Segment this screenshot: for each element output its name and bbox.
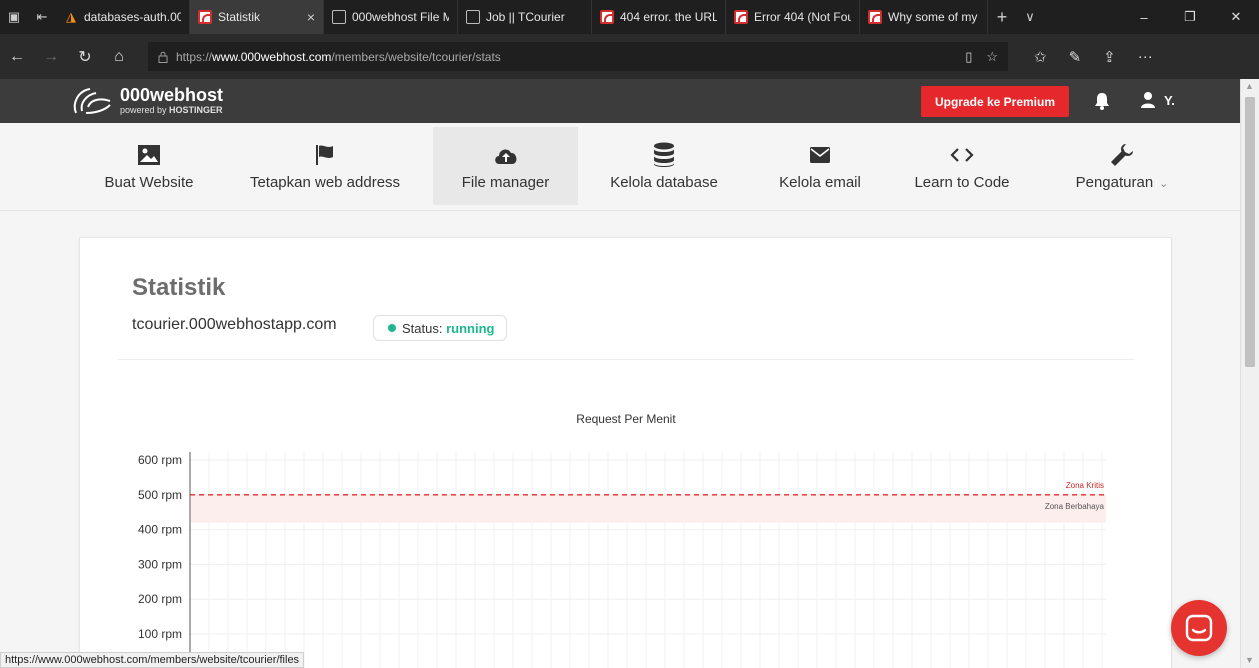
envelope-icon xyxy=(807,142,833,168)
site-header: 000webhost powered by HOSTINGER Upgrade … xyxy=(0,79,1240,123)
pen-icon[interactable]: ✎ xyxy=(1069,48,1082,66)
mysql-icon: ◮ xyxy=(66,9,76,24)
browser-tab-active[interactable]: Statistik × xyxy=(190,0,324,34)
danger-zone-label: Zona Berbahaya xyxy=(1045,502,1105,511)
000webhost-icon xyxy=(600,10,614,24)
wrench-icon xyxy=(1109,142,1135,168)
y-tick-label: 500 rpm xyxy=(138,488,182,502)
favorites-hub-icon[interactable]: ✩ xyxy=(1034,48,1047,66)
back-button[interactable]: ← xyxy=(0,34,34,79)
url-field[interactable]: https://www.000webhost.com/members/websi… xyxy=(148,42,1008,71)
minimize-button[interactable]: – xyxy=(1121,0,1167,34)
reading-view-icon[interactable]: ▯ xyxy=(965,49,972,65)
code-icon xyxy=(949,142,975,168)
link-hover-status: https://www.000webhost.com/members/websi… xyxy=(0,652,305,668)
more-icon[interactable]: ··· xyxy=(1138,48,1153,66)
y-tick-label: 600 rpm xyxy=(138,453,182,467)
chevron-down-icon: ⌄ xyxy=(1159,177,1169,190)
y-tick-label: 300 rpm xyxy=(138,557,182,571)
browser-tab-strip: ▣ ⇤ ◮ databases-auth.00( Statistik × 000… xyxy=(0,0,1259,34)
page-scrollbar[interactable]: ▲ ▼ xyxy=(1240,79,1259,668)
new-tab-button[interactable]: + xyxy=(988,0,1016,34)
chat-button[interactable] xyxy=(1171,600,1227,656)
flag-icon xyxy=(312,142,338,168)
page-icon xyxy=(332,10,346,24)
browser-tab[interactable]: 000webhost File M xyxy=(324,0,458,34)
browser-tab[interactable]: Why some of my w xyxy=(860,0,988,34)
lock-icon xyxy=(158,51,168,63)
database-icon xyxy=(651,142,677,168)
scroll-up-icon[interactable]: ▲ xyxy=(1245,81,1254,91)
status-dot-icon xyxy=(388,324,396,332)
tab-actions-icon[interactable]: ▣ xyxy=(0,0,28,34)
y-tick-label: 200 rpm xyxy=(138,592,182,606)
image-icon xyxy=(136,142,162,168)
browser-address-bar: ← → ↻ ⌂ https://www.000webhost.com/membe… xyxy=(0,34,1259,79)
nav-tetapkan-web-address[interactable]: Tetapkan web address xyxy=(236,127,414,205)
browser-tab[interactable]: Error 404 (Not Fou xyxy=(726,0,860,34)
stats-card: Statistik tcourier.000webhostapp.com Sta… xyxy=(79,237,1172,668)
browser-tab[interactable]: Job || TCourier xyxy=(458,0,592,34)
chat-icon xyxy=(1185,614,1213,642)
scrollbar-thumb[interactable] xyxy=(1245,97,1255,367)
browser-tab[interactable]: 404 error. the URL xyxy=(592,0,726,34)
refresh-button[interactable]: ↻ xyxy=(68,34,102,79)
bell-icon[interactable] xyxy=(1092,91,1112,111)
close-window-button[interactable]: ✕ xyxy=(1213,0,1259,34)
nav-file-manager[interactable]: File manager xyxy=(433,127,578,205)
status-badge: Status: running xyxy=(373,315,508,341)
y-tick-label: 400 rpm xyxy=(138,523,182,537)
domain-name: tcourier.000webhostapp.com xyxy=(132,316,337,333)
scroll-down-icon[interactable]: ▼ xyxy=(1245,655,1254,665)
cloud-upload-icon xyxy=(493,142,519,168)
page-title: Statistik xyxy=(132,274,226,301)
divider xyxy=(118,359,1134,360)
share-icon[interactable]: ⇪ xyxy=(1103,48,1116,66)
browser-tab[interactable]: ◮ databases-auth.00( xyxy=(56,0,190,34)
restore-button[interactable]: ❐ xyxy=(1167,0,1213,34)
chart-title: Request Per Menit xyxy=(576,412,676,426)
000webhost-icon xyxy=(198,10,212,24)
main-nav: Buat Website Tetapkan web address File m… xyxy=(0,123,1240,211)
favorite-star-icon[interactable]: ☆ xyxy=(986,49,998,65)
danger-zone-band xyxy=(191,494,1106,523)
critical-zone-label: Zona Kritis xyxy=(1066,481,1104,490)
upgrade-premium-button[interactable]: Upgrade ke Premium xyxy=(921,86,1069,117)
page-icon xyxy=(466,10,480,24)
000webhost-logo-icon xyxy=(73,88,111,114)
000webhost-icon xyxy=(734,10,748,24)
set-aside-tabs-icon[interactable]: ⇤ xyxy=(28,0,56,34)
nav-kelola-email[interactable]: Kelola email xyxy=(762,127,878,205)
home-button[interactable]: ⌂ xyxy=(102,34,136,79)
nav-buat-website[interactable]: Buat Website xyxy=(96,127,202,205)
nav-kelola-database[interactable]: Kelola database xyxy=(598,127,730,205)
close-tab-icon[interactable]: × xyxy=(297,9,315,25)
rpm-chart: 600 rpm 500 rpm 400 rpm 300 rpm 200 rpm 100 r… xyxy=(138,412,1106,668)
chart-container: 600 rpm 500 rpm 400 rpm 300 rpm 200 rpm 100 r… xyxy=(80,398,1173,668)
tab-list-icon[interactable]: ∨ xyxy=(1016,0,1044,34)
000webhost-icon xyxy=(868,10,882,24)
user-menu[interactable]: Y. xyxy=(1140,91,1175,109)
user-icon xyxy=(1141,92,1155,108)
nav-learn-to-code[interactable]: Learn to Code xyxy=(908,127,1016,205)
y-tick-label: 100 rpm xyxy=(138,627,182,641)
forward-button[interactable]: → xyxy=(34,34,68,79)
logo[interactable]: 000webhost powered by HOSTINGER xyxy=(70,83,223,117)
nav-pengaturan[interactable]: Pengaturan ⌄ xyxy=(1062,127,1182,205)
